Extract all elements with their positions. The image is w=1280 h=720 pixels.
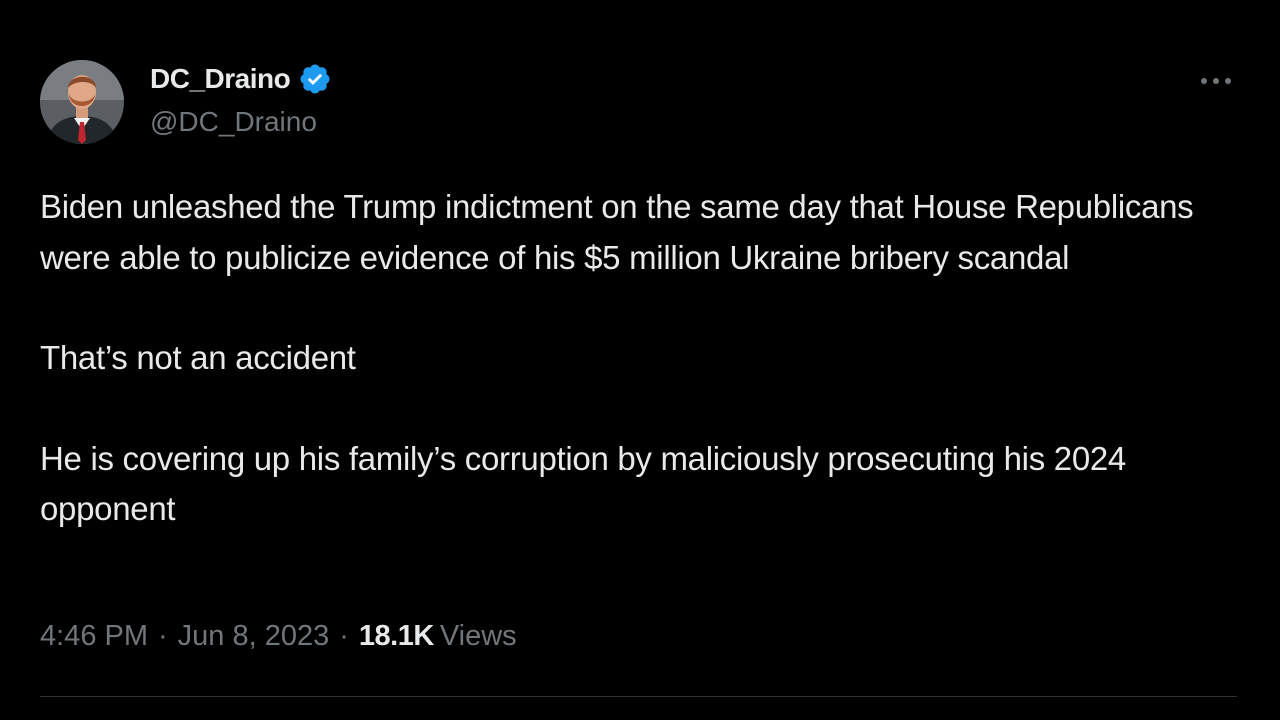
author-display-name[interactable]: DC_Draino xyxy=(150,63,291,95)
tweet-time[interactable]: 4:46 PM xyxy=(40,620,148,653)
meta-separator: · xyxy=(339,620,349,652)
views-count: 18.1K xyxy=(358,620,434,652)
tweet-card: DC_Draino @DC_Draino Biden unleashed the… xyxy=(0,0,1280,720)
tweet-date[interactable]: Jun 8, 2023 xyxy=(178,620,330,653)
more-dots-icon xyxy=(1201,78,1231,84)
verified-badge-icon[interactable] xyxy=(298,62,332,96)
divider xyxy=(40,696,1237,697)
tweet-paragraph: Biden unleashed the Trump indictment on … xyxy=(40,188,1194,276)
author-name[interactable]: DC_Draino xyxy=(150,62,332,96)
profile-photo-icon xyxy=(40,60,124,144)
more-options-button[interactable] xyxy=(1194,64,1238,98)
views-label: Views xyxy=(439,620,517,652)
meta-separator: · xyxy=(158,620,168,652)
tweet-metadata: 4:46 PM · Jun 8, 2023 · 18.1K Views xyxy=(40,620,517,653)
avatar[interactable] xyxy=(40,60,124,144)
tweet-text: Biden unleashed the Trump indictment on … xyxy=(40,182,1240,535)
tweet-paragraph: That’s not an accident xyxy=(40,339,356,376)
tweet-paragraph: He is covering up his family’s corruptio… xyxy=(40,439,1126,528)
author-handle[interactable]: @DC_Draino xyxy=(150,106,317,138)
